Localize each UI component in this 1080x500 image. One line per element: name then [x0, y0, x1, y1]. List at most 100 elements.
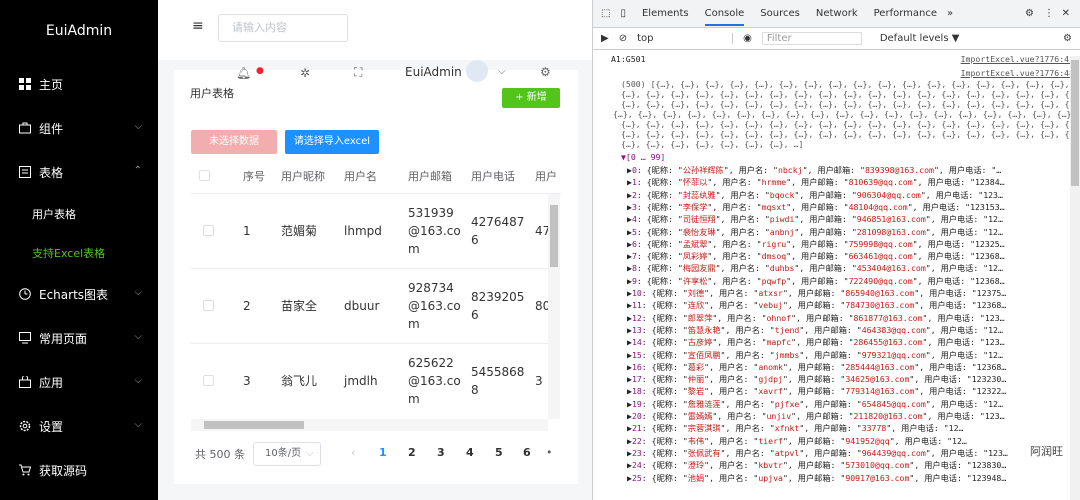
sidebar-item-apps[interactable]: 应用 ⌵ [0, 360, 158, 404]
tab-sources[interactable]: Sources [760, 8, 800, 19]
console-entry[interactable]: ▶25: {昵称: "池娟", 用户名: "upjva", 用户邮箱: "909… [627, 472, 1080, 484]
gear-icon[interactable]: ⚙ [540, 65, 551, 79]
menu-toggle-icon[interactable]: ≡ [192, 18, 204, 34]
console-entry[interactable]: ▶24: {昵称: "澄玲", 用户名: "kbvtr", 用户邮箱: "573… [627, 459, 1080, 471]
sidebar-toggle-icon[interactable]: ▶ [601, 33, 609, 44]
console-entry[interactable]: ▶21: {昵称: "宗蓉淇琪", 用户名: "xfnkt", 用户邮箱: "3… [627, 422, 1080, 434]
tab-elements[interactable]: Elements [642, 8, 689, 19]
scrollbar-thumb[interactable] [1071, 60, 1079, 186]
punctuation: ", [922, 337, 938, 348]
entry-key: {昵称: [651, 398, 683, 409]
console-entry[interactable]: ▶23: {昵称: "张佩武有", 用户名: "atpvl", 用户邮箱: "9… [627, 447, 1080, 459]
console-entry[interactable]: ▶20: {昵称: "雷嫣嫣", 用户名: "unjiv", 用户邮箱: "21… [627, 410, 1080, 422]
console-entry[interactable]: ▶2: {昵称: "封蕊纨雅", 用户名: "bqock", 用户邮箱: "90… [627, 189, 1080, 201]
punctuation: ", [707, 201, 723, 212]
console-entry[interactable]: ▶13: {昵称: "笛慧永艳", 用户名: "tjend", 用户邮箱: "4… [627, 324, 1080, 336]
page-size-select[interactable]: 10条/页 ⌵ [253, 442, 321, 466]
fullscreen-icon[interactable]: ⛶ [354, 65, 362, 80]
table-row[interactable]: 3 翁飞儿 jmdlh 625622 @163.co m 5455868 8 3 [191, 344, 548, 419]
sidebar-subitem-user-table[interactable]: 用户表格 [0, 194, 158, 233]
context-select[interactable]: top [637, 33, 734, 44]
page-3[interactable]: 3 [437, 446, 445, 459]
console-entry[interactable]: ▶1: {昵称: "怀菲以", 用户名: "hrmme", 用户邮箱: "810… [627, 176, 1080, 188]
settings-icon[interactable]: ⚙ [1025, 8, 1034, 19]
console-settings-icon[interactable]: ⚙ [1063, 33, 1072, 44]
console-entry[interactable]: ▶15: {昵称: "宣佰凤鹏", 用户名: "jmmbs", 用户邮箱: "9… [627, 349, 1080, 361]
sidebar-item-tables[interactable]: 表格 ⌃ [0, 150, 158, 194]
levels-select[interactable]: Default levels ▼ [880, 33, 970, 44]
select-all-checkbox[interactable] [199, 170, 210, 181]
tab-performance[interactable]: Performance [874, 8, 937, 19]
sidebar-subitem-excel-table[interactable]: 支持Excel表格 [0, 233, 158, 272]
page-1[interactable]: 1 [379, 446, 387, 459]
array-range[interactable]: ▼[0 … 99] [621, 152, 1080, 162]
console-entry[interactable]: ▶10: {昵称: "刘德", 用户名: "atxsr", 用户邮箱: "865… [627, 287, 1080, 299]
cell-email-3: m [408, 392, 420, 406]
sidebar-item-echarts[interactable]: Echarts图表 ⌵ [0, 272, 158, 316]
array-preview-line[interactable]: (500) [{…}, {…}, {…}, {…}, {…}, {…}, {…}… [621, 79, 1080, 89]
more-pages-icon[interactable]: • [546, 446, 553, 459]
bell-icon[interactable]: 🔔︎ [236, 66, 251, 80]
inspect-icon[interactable]: ⬚ [601, 8, 610, 19]
close-icon[interactable]: ✕ [1062, 8, 1070, 19]
console-entry[interactable]: ▶3: {昵称: "李保学", 用户名: "mqsxt", 用户邮箱: "481… [627, 201, 1080, 213]
search-input[interactable]: 请输入内容 [218, 14, 348, 42]
console-entry[interactable]: ▶11: {昵称: "连欣", 用户名: "vebuj", 用户邮箱: "784… [627, 299, 1080, 311]
entry-index: 25 [631, 472, 642, 483]
prev-page-button[interactable]: ‹ [351, 446, 355, 459]
row-checkbox[interactable] [203, 300, 214, 311]
sidebar-item-components[interactable]: 组件 ⌵ [0, 106, 158, 150]
console-entry[interactable]: ▶4: {昵称: "司徒恒翔", 用户名: "piwdi", 用户邮箱: "94… [627, 213, 1080, 225]
page-2[interactable]: 2 [408, 446, 416, 459]
entry-user: tjend [774, 324, 800, 335]
console-entry[interactable]: ▶9: {昵称: "许享松", 用户名: "pqwfp", 用户邮箱: "722… [627, 275, 1080, 287]
no-selection-button[interactable]: 未选择数据 [191, 130, 277, 154]
eye-icon[interactable]: ◉ [743, 33, 752, 44]
punctuation: ", [794, 214, 810, 225]
console-entry[interactable]: ▶16: {昵称: "葛彩", 用户名: "anomk", 用户邮箱: "285… [627, 361, 1080, 373]
username-label[interactable]: EuiAdmin [405, 65, 462, 79]
table-row[interactable]: 2 苗家全 dbuur 928734 @163.co m 8239205 6 8… [191, 269, 550, 344]
console-entry[interactable]: ▶8: {昵称: "梅园友鼎", 用户名: "duhbs", 用户邮箱: "45… [627, 262, 1080, 274]
page-6[interactable]: 6 [523, 446, 531, 459]
entry-mail: 211820@163.com [853, 411, 923, 421]
avatar[interactable] [466, 60, 488, 82]
row-checkbox[interactable] [203, 225, 214, 236]
source-link[interactable]: ImportExcel.vue?1776:48 [961, 68, 1074, 78]
source-link[interactable]: ImportExcel.vue?1776:41 [961, 54, 1074, 64]
console-entry[interactable]: ▶17: {昵称: "仲丽", 用户名: "gjdpj", 用户邮箱: "346… [627, 373, 1080, 385]
console-entry[interactable]: ▶6: {昵称: "孟斌翠", 用户名: "rigru", 用户邮箱: "759… [627, 238, 1080, 250]
console-entry[interactable]: ▶14: {昵称: "古彦婷", 用户名: "mapfc", 用户邮箱: "28… [627, 336, 1080, 348]
sidebar-item-home[interactable]: 主页 [0, 62, 158, 106]
clear-console-icon[interactable]: ⊘ [619, 33, 627, 44]
sidebar-item-source[interactable]: 获取源码 [0, 448, 158, 492]
tab-network[interactable]: Network [816, 8, 858, 19]
sidebar-item-settings[interactable]: 设置 ⌵ [0, 404, 158, 448]
more-tabs-icon[interactable]: » [947, 8, 953, 19]
loading-icon[interactable]: ✲ [300, 66, 310, 80]
sidebar-item-label: 常用页面 [39, 331, 88, 346]
console-entry[interactable]: ▶18: {昵称: "黎岩", 用户名: "xavrf", 用户邮箱: "779… [627, 385, 1080, 397]
add-button[interactable]: + 新增 [502, 88, 560, 108]
page-5[interactable]: 5 [495, 446, 503, 459]
console-entry[interactable]: ▶19: {昵称: "詹雅涟莲", 用户名: "pjfxe", 用户邮箱: "6… [627, 398, 1080, 410]
scrollbar-thumb[interactable] [204, 421, 304, 429]
console-entry[interactable]: ▶12: {昵称: "郎翠萍", 用户名: "ohnof", 用户邮箱: "86… [627, 312, 1080, 324]
chevron-down-icon[interactable]: ⌵ [498, 66, 506, 77]
punctuation: ", [925, 214, 941, 225]
kebab-menu-icon[interactable]: ⋮ [1044, 8, 1054, 19]
entry-key: {昵称: [651, 361, 683, 372]
device-icon[interactable]: ▯ [620, 8, 626, 19]
console-entry[interactable]: ▶22: {昵称: "韦伟", 用户名: "tierf", 用户邮箱: "941… [627, 435, 1080, 447]
import-excel-button[interactable]: 请选择导入excel [285, 130, 379, 154]
console-entry[interactable]: ▶5: {昵称: "裴怡友琳", 用户名: "anbnj", 用户邮箱: "28… [627, 226, 1080, 238]
console-entry[interactable]: ▶0: {昵称: "公孙祥辉陈", 用户名: "nbckj", 用户邮箱: "8… [627, 164, 1080, 176]
scrollbar-thumb[interactable] [550, 205, 558, 267]
console-entry[interactable]: ▶7: {昵称: "凤彩婷", 用户名: "dmsoq", 用户邮箱: "663… [627, 250, 1080, 262]
table-row[interactable]: 1 范媚菊 lhmpd 531939 @163.co m 4276487 6 4… [191, 194, 550, 269]
sidebar-item-pages[interactable]: 常用页面 ⌵ [0, 316, 158, 360]
tab-console[interactable]: Console [704, 8, 745, 26]
page-4[interactable]: 4 [466, 446, 474, 459]
filter-input[interactable]: Filter [761, 32, 862, 45]
row-checkbox[interactable] [203, 375, 214, 386]
